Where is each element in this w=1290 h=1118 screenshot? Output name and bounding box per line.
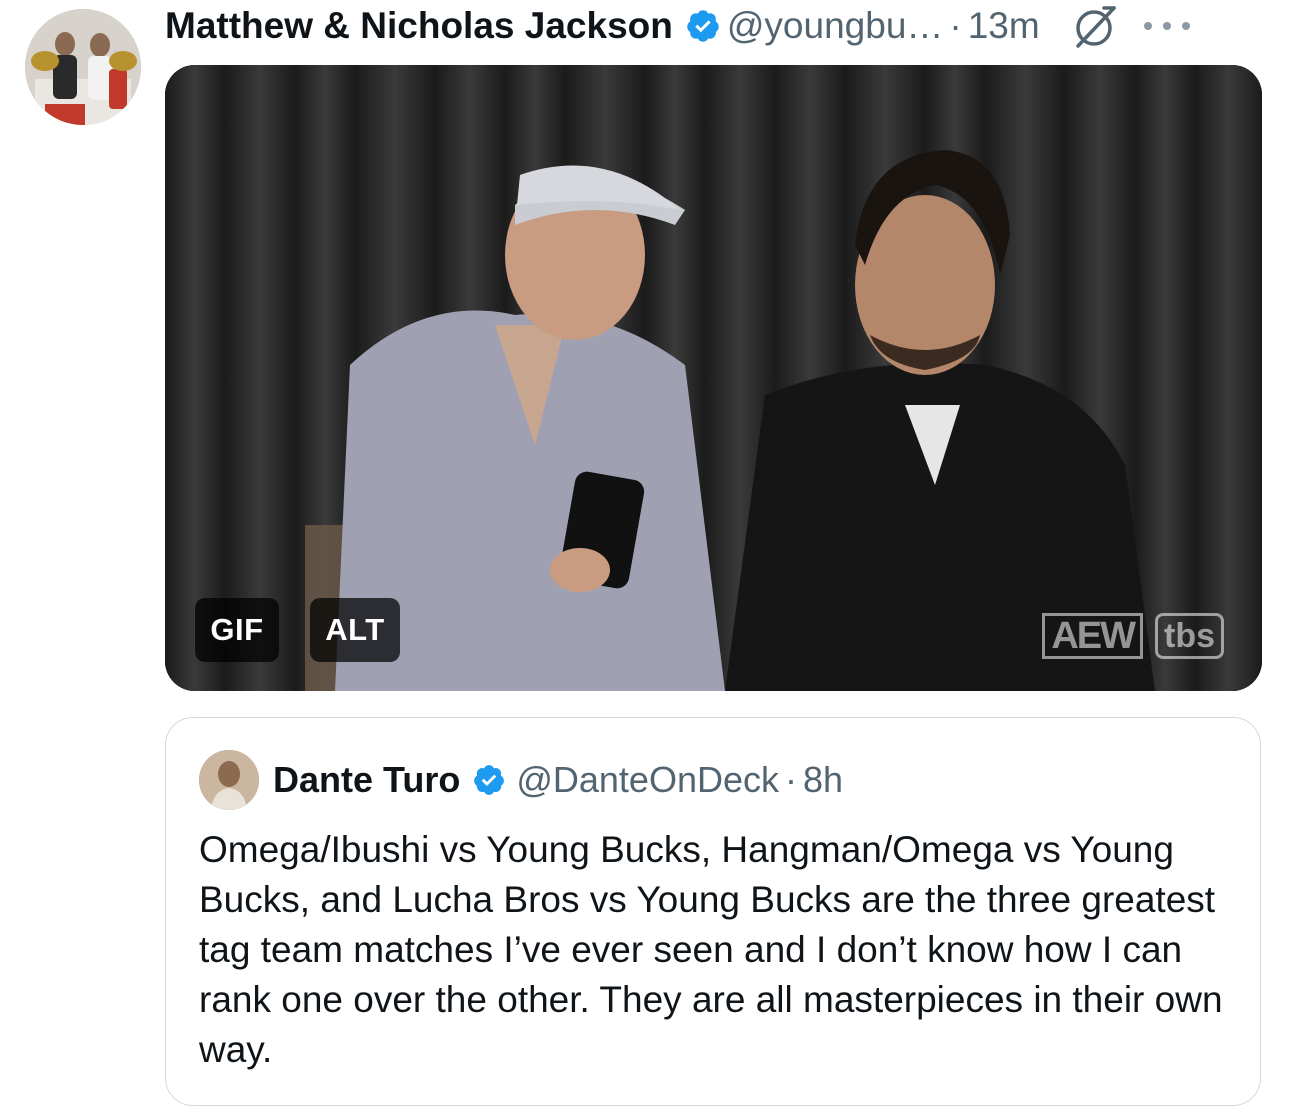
- quoted-tweet-text: Omega/Ibushi vs Young Bucks, Hangman/Ome…: [199, 829, 1223, 1070]
- separator-dot: ·: [949, 5, 962, 46]
- alt-text-button[interactable]: ALT: [310, 598, 400, 662]
- tweet-header: Matthew & Nicholas Jackson @youngbu… · 1…: [165, 0, 1275, 52]
- tweet-timestamp[interactable]: 13m: [968, 5, 1040, 47]
- gif-badge: GIF: [195, 598, 279, 662]
- quoted-author-avatar[interactable]: [199, 750, 259, 810]
- quoted-author-name[interactable]: Dante Turo: [273, 759, 460, 801]
- quoted-tweet-header: Dante Turo @DanteOnDeck · 8h: [199, 750, 843, 810]
- quoted-tweet-timestamp[interactable]: 8h: [803, 759, 843, 801]
- author-handle[interactable]: @youngbu…: [727, 5, 944, 47]
- aew-logo: AEW: [1042, 613, 1143, 659]
- separator-dot: ·: [785, 759, 797, 800]
- avatar-image: [25, 9, 141, 125]
- verified-badge-icon: [474, 765, 505, 795]
- tbs-logo: tbs: [1155, 613, 1224, 659]
- quoted-author-handle[interactable]: @DanteOnDeck: [516, 759, 779, 801]
- verified-badge-icon: [687, 10, 719, 42]
- tweet-media-gif[interactable]: GIF ALT AEW tbs: [165, 65, 1262, 691]
- broadcast-watermark: AEW tbs: [1042, 613, 1224, 659]
- author-name[interactable]: Matthew & Nicholas Jackson: [165, 5, 673, 47]
- quoted-avatar-image: [199, 750, 259, 810]
- more-options-icon[interactable]: [1140, 16, 1194, 36]
- author-avatar[interactable]: [25, 9, 141, 125]
- quoted-tweet-card[interactable]: Dante Turo @DanteOnDeck · 8h Omega/Ibush…: [165, 717, 1261, 1106]
- nuzzel-icon[interactable]: [1070, 0, 1122, 52]
